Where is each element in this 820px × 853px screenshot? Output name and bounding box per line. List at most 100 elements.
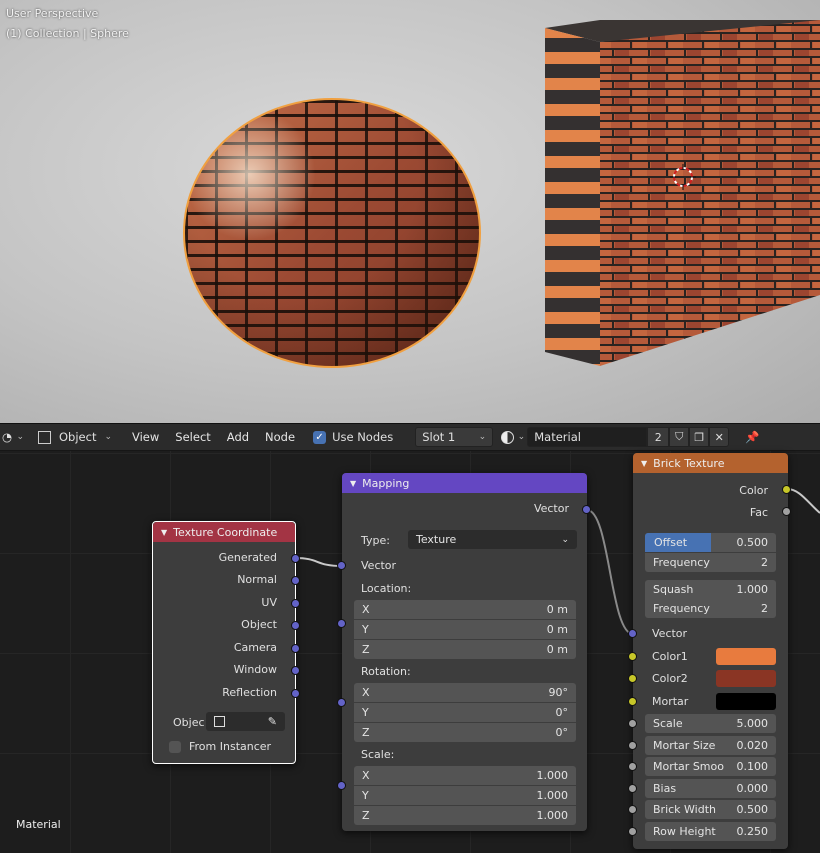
- texture-coordinate-node[interactable]: ▼ Texture Coordinate Generated Normal UV…: [152, 521, 300, 764]
- socket-camera[interactable]: [291, 644, 300, 653]
- menu-node[interactable]: Node: [257, 430, 303, 444]
- rotation-z-field[interactable]: Z 0°: [354, 723, 576, 742]
- socket-color2-in[interactable]: [628, 674, 637, 683]
- texture-coordinate-header[interactable]: ▼ Texture Coordinate: [153, 522, 295, 542]
- object-field-label: Objec: [173, 716, 205, 729]
- unlink-close-icon[interactable]: ✕: [709, 427, 730, 447]
- pin-icon[interactable]: 📌: [739, 427, 765, 447]
- socket-color-out[interactable]: [782, 485, 791, 494]
- scale-y-field[interactable]: Y 1.000: [354, 786, 576, 805]
- collapse-triangle-icon[interactable]: ▼: [641, 459, 647, 468]
- socket-object[interactable]: [291, 621, 300, 630]
- material-name: Material: [534, 430, 581, 444]
- squash-field[interactable]: Squash 1.000: [645, 580, 776, 599]
- output-window: Window: [233, 663, 277, 676]
- location-z-field[interactable]: Z 0 m: [354, 640, 576, 659]
- node-title: Texture Coordinate: [173, 525, 278, 539]
- axis-label: Z: [362, 643, 370, 656]
- collapse-triangle-icon[interactable]: ▼: [350, 479, 356, 488]
- output-normal: Normal: [237, 573, 277, 586]
- mapping-header[interactable]: ▼ Mapping: [342, 473, 587, 493]
- fake-user-shield-icon[interactable]: ⛉: [669, 427, 690, 447]
- vector-input-label: Vector: [652, 627, 688, 640]
- rotation-label: Rotation:: [361, 665, 411, 678]
- editor-type-button[interactable]: ◔ ⌄: [0, 427, 26, 447]
- socket-mortar-smooth-in[interactable]: [628, 762, 637, 771]
- from-instancer-toggle[interactable]: From Instancer: [169, 740, 271, 753]
- socket-row-height-in[interactable]: [628, 827, 637, 836]
- slot-dropdown[interactable]: Slot 1 ⌄: [415, 427, 494, 447]
- object-mode-dropdown[interactable]: Object ⌄: [32, 427, 118, 447]
- material-browse-button[interactable]: ⌄: [499, 427, 527, 447]
- rotation-x-field[interactable]: X 90°: [354, 683, 576, 702]
- mortar-smooth-field[interactable]: Mortar Smoo 0.100: [645, 757, 776, 776]
- field-value: 0 m: [546, 623, 568, 636]
- socket-bias-in[interactable]: [628, 784, 637, 793]
- use-nodes-toggle[interactable]: ✓ Use Nodes: [307, 427, 399, 447]
- frequency-field-2[interactable]: Frequency 2: [645, 599, 776, 618]
- field-label: Frequency: [653, 556, 710, 569]
- axis-label: X: [362, 769, 370, 782]
- duplicate-material-icon[interactable]: ❐: [689, 427, 710, 447]
- scale-field[interactable]: Scale 5.000: [645, 714, 776, 733]
- object-picker-field[interactable]: ✎: [206, 712, 285, 731]
- socket-mortar-in[interactable]: [628, 697, 637, 706]
- 3d-viewport[interactable]: User Perspective (1) Collection | Sphere: [0, 0, 820, 423]
- mapping-node[interactable]: ▼ Mapping Vector Type: Texture ⌄ Vector …: [337, 473, 591, 831]
- location-x-field[interactable]: X 0 m: [354, 600, 576, 619]
- socket-brick-width-in[interactable]: [628, 805, 637, 814]
- menu-add[interactable]: Add: [219, 430, 257, 444]
- checkbox-checked-icon: ✓: [313, 430, 327, 444]
- rotation-y-field[interactable]: Y 0°: [354, 703, 576, 722]
- socket-normal[interactable]: [291, 576, 300, 585]
- field-value: 0.500: [736, 536, 769, 549]
- socket-color1-in[interactable]: [628, 652, 637, 661]
- field-value: 1.000: [536, 789, 569, 802]
- scale-x-field[interactable]: X 1.000: [354, 766, 576, 785]
- socket-vector-in[interactable]: [337, 561, 346, 570]
- eyedropper-icon[interactable]: ✎: [268, 715, 277, 728]
- socket-scale-in[interactable]: [628, 719, 637, 728]
- material-name-field[interactable]: Material: [527, 427, 648, 447]
- offset-slider[interactable]: Offset 0.500: [645, 533, 776, 552]
- output-uv: UV: [261, 596, 277, 609]
- socket-uv[interactable]: [291, 599, 300, 608]
- location-y-field[interactable]: Y 0 m: [354, 620, 576, 639]
- frequency-field-1[interactable]: Frequency 2: [645, 553, 776, 572]
- socket-vector-in[interactable]: [628, 629, 637, 638]
- bias-field[interactable]: Bias 0.000: [645, 779, 776, 798]
- brick-texture-node[interactable]: ▼ Brick Texture Color Fac Offset 0.500 F…: [628, 453, 791, 849]
- brick-width-field[interactable]: Brick Width 0.500: [645, 800, 776, 819]
- socket-scale-in[interactable]: [337, 781, 346, 790]
- socket-rotation-in[interactable]: [337, 698, 346, 707]
- type-dropdown[interactable]: Texture ⌄: [408, 530, 577, 549]
- mortar-size-field[interactable]: Mortar Size 0.020: [645, 736, 776, 755]
- socket-fac-out[interactable]: [782, 507, 791, 516]
- user-count-button[interactable]: 2: [647, 427, 670, 447]
- color1-swatch[interactable]: [716, 648, 776, 665]
- chevron-down-icon: ⌄: [16, 432, 24, 442]
- menu-view[interactable]: View: [124, 430, 167, 444]
- field-value: 1.000: [736, 583, 769, 596]
- socket-window[interactable]: [291, 666, 300, 675]
- color2-swatch[interactable]: [716, 670, 776, 687]
- field-label: Mortar Smoo: [653, 760, 724, 773]
- field-label: Mortar Size: [653, 739, 716, 752]
- collapse-triangle-icon[interactable]: ▼: [161, 528, 167, 537]
- mortar-swatch[interactable]: [716, 693, 776, 710]
- row-height-field[interactable]: Row Height 0.250: [645, 822, 776, 841]
- brick-wall-object[interactable]: [0, 0, 820, 423]
- field-label: Scale: [653, 717, 683, 730]
- node-editor[interactable]: ◔ ⌄ Object ⌄ View Select Add Node ✓ Use N…: [0, 423, 820, 853]
- socket-mortar-size-in[interactable]: [628, 741, 637, 750]
- brick-texture-header[interactable]: ▼ Brick Texture: [633, 453, 788, 473]
- socket-vector-out[interactable]: [582, 505, 591, 514]
- socket-reflection[interactable]: [291, 689, 300, 698]
- field-value: 5.000: [736, 717, 769, 730]
- scale-z-field[interactable]: Z 1.000: [354, 806, 576, 825]
- socket-generated[interactable]: [291, 554, 300, 563]
- socket-location-in[interactable]: [337, 619, 346, 628]
- location-label: Location:: [361, 582, 412, 595]
- menu-select[interactable]: Select: [167, 430, 218, 444]
- output-generated: Generated: [218, 551, 277, 564]
